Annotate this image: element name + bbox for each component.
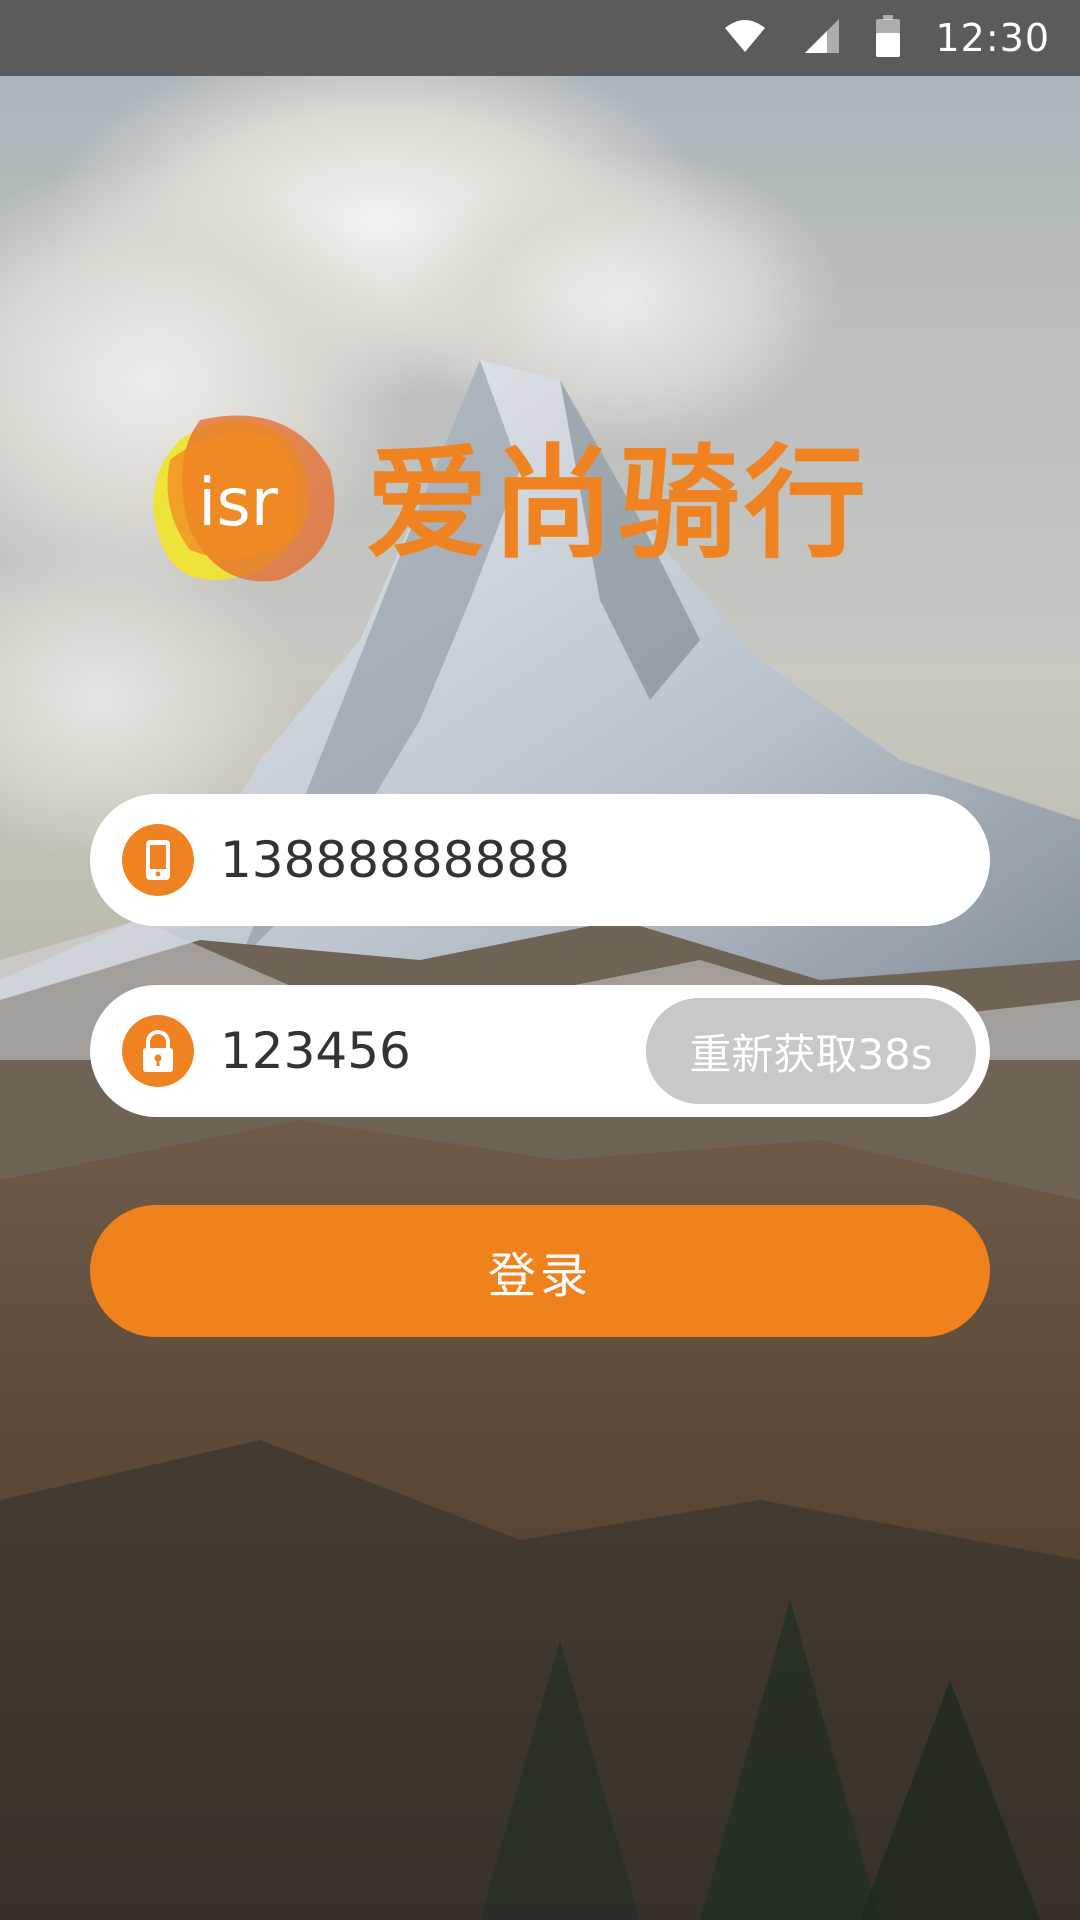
wifi-icon <box>723 18 767 58</box>
status-bar: 12:30 <box>0 0 1080 76</box>
app-logo: isr 爱尚骑行 <box>140 400 900 600</box>
resend-code-button[interactable]: 重新获取38s <box>646 998 976 1104</box>
battery-icon <box>875 15 901 61</box>
logo-mark-text: isr <box>198 464 279 541</box>
app-name: 爱尚骑行 <box>366 433 870 575</box>
status-icons: 12:30 <box>723 0 1050 76</box>
code-input[interactable] <box>220 1005 720 1097</box>
mountain-background-image <box>0 0 1080 1920</box>
phone-icon <box>122 824 194 896</box>
code-field[interactable]: 重新获取38s <box>90 985 990 1117</box>
status-time: 12:30 <box>935 16 1050 60</box>
phone-field[interactable] <box>90 794 990 926</box>
lock-icon <box>122 1015 194 1087</box>
logo-mark: isr <box>153 415 335 582</box>
cell-signal-icon <box>801 17 841 59</box>
login-button[interactable]: 登录 <box>90 1205 990 1337</box>
login-screen: 12:30 isr 爱尚骑行 13888888888 123456 重新获取38… <box>0 0 1080 1920</box>
phone-input[interactable] <box>220 814 940 906</box>
